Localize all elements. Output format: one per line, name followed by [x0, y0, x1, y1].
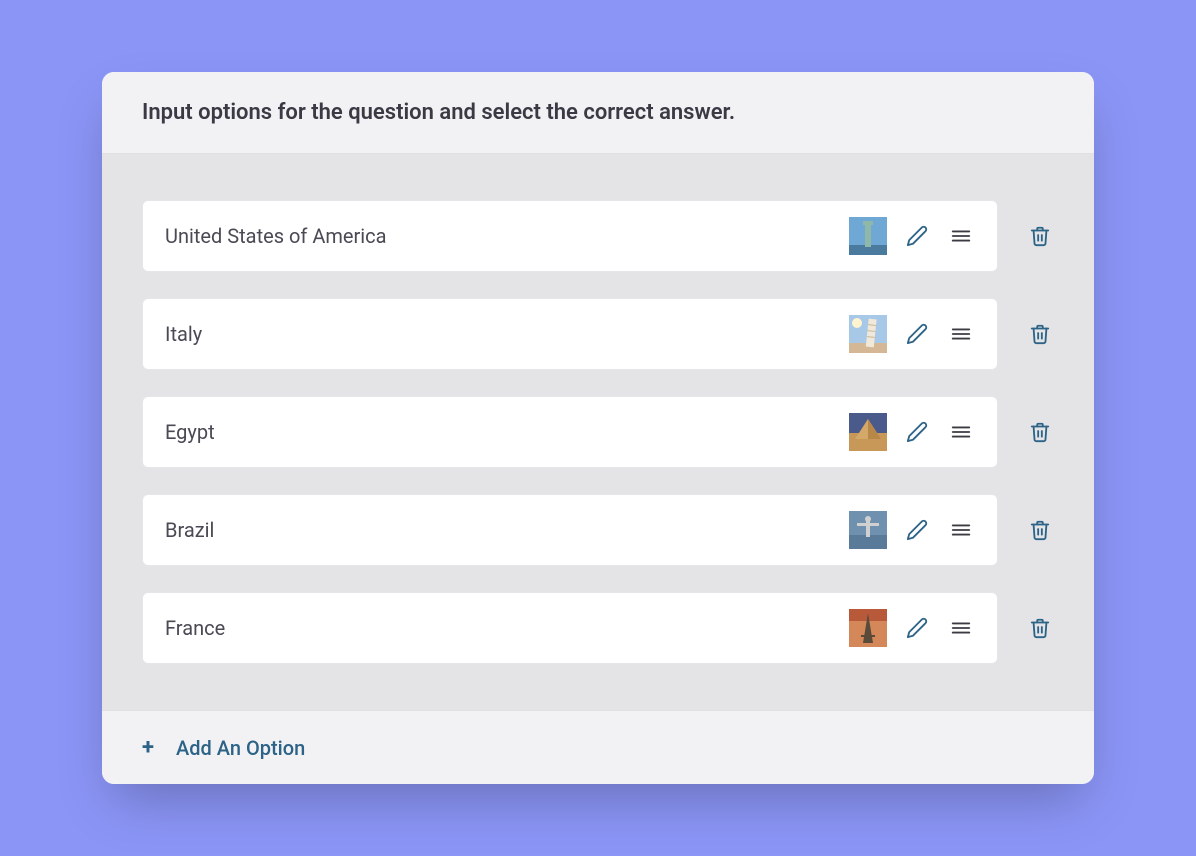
option-box[interactable]: Egypt — [142, 396, 998, 468]
drag-handle-icon[interactable] — [947, 222, 975, 250]
drag-handle-icon[interactable] — [947, 418, 975, 446]
add-option-button[interactable]: + Add An Option — [142, 735, 305, 760]
edit-icon[interactable] — [903, 418, 931, 446]
delete-icon[interactable] — [1026, 320, 1054, 348]
option-row: France — [142, 592, 1054, 664]
option-box[interactable]: Italy — [142, 298, 998, 370]
delete-icon[interactable] — [1026, 614, 1054, 642]
edit-icon[interactable] — [903, 320, 931, 348]
plus-icon: + — [142, 735, 154, 760]
option-row: United States of America — [142, 200, 1054, 272]
drag-handle-icon[interactable] — [947, 320, 975, 348]
option-label: Italy — [165, 322, 833, 346]
drag-handle-icon[interactable] — [947, 516, 975, 544]
option-thumbnail — [849, 315, 887, 353]
option-box[interactable]: Brazil — [142, 494, 998, 566]
option-thumbnail — [849, 217, 887, 255]
options-list: United States of America Italy Egypt Brazil… — [102, 154, 1094, 710]
edit-icon[interactable] — [903, 516, 931, 544]
option-row: Egypt — [142, 396, 1054, 468]
option-label: Brazil — [165, 518, 833, 542]
option-label: France — [165, 616, 833, 640]
option-row: Italy — [142, 298, 1054, 370]
edit-icon[interactable] — [903, 614, 931, 642]
option-thumbnail — [849, 511, 887, 549]
edit-icon[interactable] — [903, 222, 931, 250]
option-row: Brazil — [142, 494, 1054, 566]
card-footer: + Add An Option — [102, 710, 1094, 784]
delete-icon[interactable] — [1026, 418, 1054, 446]
option-thumbnail — [849, 609, 887, 647]
option-label: United States of America — [165, 224, 833, 248]
options-card: Input options for the question and selec… — [102, 72, 1094, 784]
card-header: Input options for the question and selec… — [102, 72, 1094, 154]
delete-icon[interactable] — [1026, 516, 1054, 544]
drag-handle-icon[interactable] — [947, 614, 975, 642]
card-title: Input options for the question and selec… — [142, 100, 1054, 125]
add-option-label: Add An Option — [176, 736, 305, 760]
option-box[interactable]: France — [142, 592, 998, 664]
option-box[interactable]: United States of America — [142, 200, 998, 272]
option-thumbnail — [849, 413, 887, 451]
option-label: Egypt — [165, 420, 833, 444]
delete-icon[interactable] — [1026, 222, 1054, 250]
